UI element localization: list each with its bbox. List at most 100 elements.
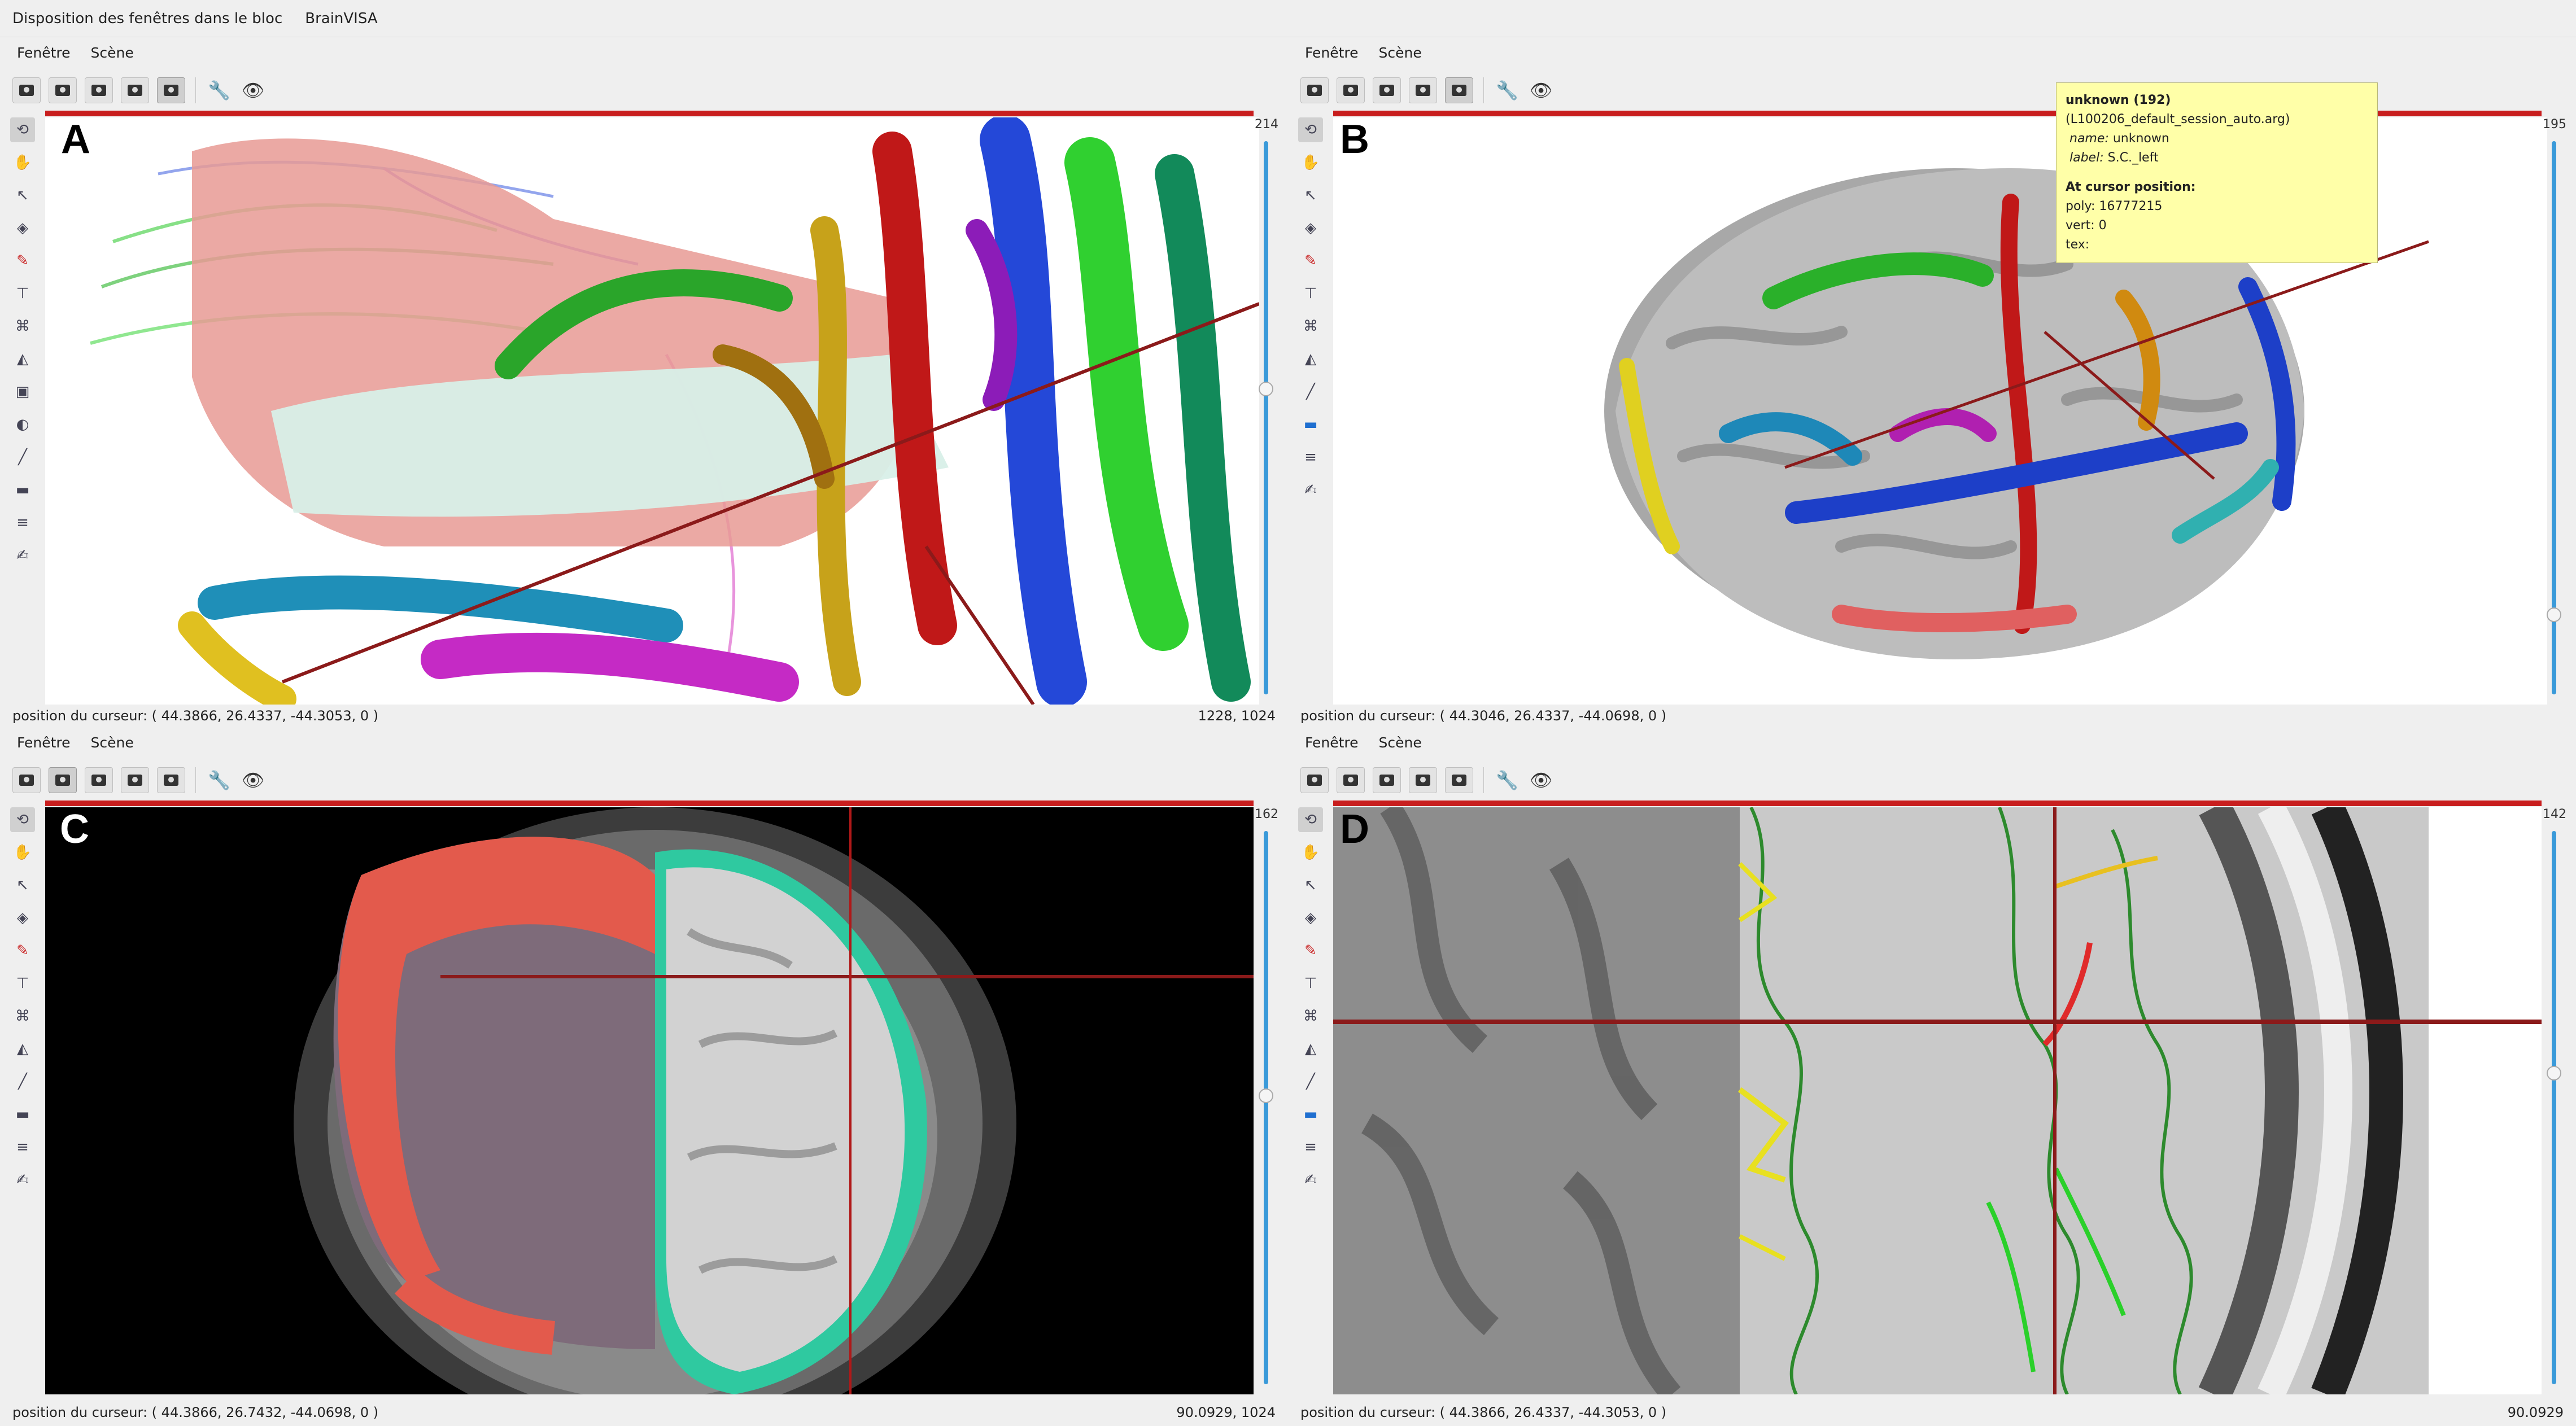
camera-icon[interactable] bbox=[49, 767, 77, 793]
transform-icon[interactable]: ◭ bbox=[10, 1036, 35, 1061]
camera-icon[interactable] bbox=[1373, 767, 1401, 793]
slice-slider-d[interactable]: 142 bbox=[2537, 807, 2572, 1394]
annotate-icon[interactable]: ✍ bbox=[10, 1167, 35, 1192]
slider-track[interactable] bbox=[2552, 831, 2556, 1384]
layers-icon[interactable]: ≡ bbox=[10, 510, 35, 535]
select-icon[interactable]: ↖ bbox=[1298, 873, 1323, 898]
menu-scene[interactable]: Scène bbox=[1379, 734, 1422, 751]
folder-icon[interactable]: ▬ bbox=[10, 1102, 35, 1127]
roi-icon[interactable]: ⌘ bbox=[10, 314, 35, 339]
camera-icon[interactable] bbox=[1337, 767, 1365, 793]
ruler-icon[interactable]: ⊤ bbox=[1298, 971, 1323, 996]
wrench-icon[interactable]: 🔧 bbox=[1494, 77, 1520, 103]
transform-icon[interactable]: ◭ bbox=[1298, 1036, 1323, 1061]
menu-fenetre[interactable]: Fenêtre bbox=[17, 734, 71, 751]
menu-fenetre[interactable]: Fenêtre bbox=[17, 45, 71, 61]
slider-handle[interactable] bbox=[2547, 1066, 2561, 1081]
pan-icon[interactable]: ✋ bbox=[10, 150, 35, 175]
3d-view-a[interactable] bbox=[45, 117, 1259, 705]
layers-icon[interactable]: ≡ bbox=[1298, 1135, 1323, 1160]
rotate-icon[interactable]: ⟲ bbox=[1298, 807, 1323, 832]
camera-icon[interactable] bbox=[49, 77, 77, 103]
roi-icon[interactable]: ⌘ bbox=[1298, 1004, 1323, 1029]
slider-track[interactable] bbox=[1264, 141, 1268, 694]
line-icon[interactable]: ╱ bbox=[1298, 1069, 1323, 1094]
eye-icon[interactable]: 👁 bbox=[1528, 767, 1554, 793]
line-icon[interactable]: ╱ bbox=[1298, 379, 1323, 404]
pan-icon[interactable]: ✋ bbox=[1298, 150, 1323, 175]
camera-icon[interactable] bbox=[157, 77, 185, 103]
slice-slider-a[interactable]: 214 bbox=[1249, 117, 1284, 705]
erase-icon[interactable]: ◐ bbox=[10, 412, 35, 437]
camera-icon[interactable] bbox=[1300, 77, 1329, 103]
paint-icon[interactable]: ✎ bbox=[1298, 938, 1323, 963]
camera-icon[interactable] bbox=[1373, 77, 1401, 103]
transform-icon[interactable]: ◭ bbox=[1298, 347, 1323, 371]
navigate-icon[interactable]: ◈ bbox=[10, 906, 35, 930]
eye-icon[interactable]: 👁 bbox=[240, 767, 266, 793]
slider-track[interactable] bbox=[1264, 831, 1268, 1384]
line-icon[interactable]: ╱ bbox=[10, 445, 35, 470]
line-icon[interactable]: ╱ bbox=[10, 1069, 35, 1094]
wrench-icon[interactable]: 🔧 bbox=[206, 77, 232, 103]
annotate-icon[interactable]: ✍ bbox=[1298, 1167, 1323, 1192]
menu-scene[interactable]: Scène bbox=[1379, 45, 1422, 61]
layers-icon[interactable]: ≡ bbox=[10, 1135, 35, 1160]
roi-icon[interactable]: ⌘ bbox=[10, 1004, 35, 1029]
navigate-icon[interactable]: ◈ bbox=[1298, 216, 1323, 240]
camera-icon[interactable] bbox=[1300, 767, 1329, 793]
camera-icon[interactable] bbox=[1445, 767, 1473, 793]
camera-icon[interactable] bbox=[1445, 77, 1473, 103]
ruler-icon[interactable]: ⊤ bbox=[1298, 281, 1323, 306]
zoomed-slice-view-d[interactable] bbox=[1333, 807, 2542, 1394]
camera-icon[interactable] bbox=[12, 77, 41, 103]
pan-icon[interactable]: ✋ bbox=[1298, 840, 1323, 865]
menu-scene[interactable]: Scène bbox=[91, 45, 134, 61]
navigate-icon[interactable]: ◈ bbox=[10, 216, 35, 240]
folder-icon[interactable]: ▬ bbox=[10, 478, 35, 502]
folder-icon[interactable]: ▬ bbox=[1298, 412, 1323, 437]
camera-icon[interactable] bbox=[12, 767, 41, 793]
camera-icon[interactable] bbox=[85, 767, 113, 793]
camera-icon[interactable] bbox=[1337, 77, 1365, 103]
slider-handle[interactable] bbox=[2547, 607, 2561, 622]
coronal-view-c[interactable] bbox=[45, 807, 1254, 1394]
camera-icon[interactable] bbox=[157, 767, 185, 793]
select-icon[interactable]: ↖ bbox=[10, 873, 35, 898]
roi-icon[interactable]: ⌘ bbox=[1298, 314, 1323, 339]
slice-slider-b[interactable]: 195 bbox=[2537, 117, 2572, 705]
select-icon[interactable]: ↖ bbox=[1298, 183, 1323, 208]
paint-icon[interactable]: ✎ bbox=[1298, 248, 1323, 273]
folder-icon[interactable]: ▬ bbox=[1298, 1102, 1323, 1127]
annotate-icon[interactable]: ✍ bbox=[10, 543, 35, 568]
camera-icon[interactable] bbox=[121, 77, 149, 103]
select-icon[interactable]: ↖ bbox=[10, 183, 35, 208]
camera-icon[interactable] bbox=[121, 767, 149, 793]
wrench-icon[interactable]: 🔧 bbox=[206, 767, 232, 793]
eye-icon[interactable]: 👁 bbox=[240, 77, 266, 103]
transform-icon[interactable]: ◭ bbox=[10, 347, 35, 371]
pan-icon[interactable]: ✋ bbox=[10, 840, 35, 865]
paint-icon[interactable]: ✎ bbox=[10, 938, 35, 963]
slider-handle[interactable] bbox=[1259, 1088, 1273, 1103]
eye-icon[interactable]: 👁 bbox=[1528, 77, 1554, 103]
paint-icon[interactable]: ✎ bbox=[10, 248, 35, 273]
annotate-icon[interactable]: ✍ bbox=[1298, 478, 1323, 502]
menu-scene[interactable]: Scène bbox=[91, 734, 134, 751]
slice-slider-c[interactable]: 162 bbox=[1249, 807, 1284, 1394]
menu-fenetre[interactable]: Fenêtre bbox=[1305, 45, 1359, 61]
layers-icon[interactable]: ≡ bbox=[1298, 445, 1323, 470]
camera-icon[interactable] bbox=[1409, 77, 1437, 103]
navigate-icon[interactable]: ◈ bbox=[1298, 906, 1323, 930]
bucket-icon[interactable]: ▣ bbox=[10, 379, 35, 404]
camera-icon[interactable] bbox=[85, 77, 113, 103]
camera-icon[interactable] bbox=[1409, 767, 1437, 793]
wrench-icon[interactable]: 🔧 bbox=[1494, 767, 1520, 793]
rotate-icon[interactable]: ⟲ bbox=[10, 807, 35, 832]
menu-fenetre[interactable]: Fenêtre bbox=[1305, 734, 1359, 751]
ruler-icon[interactable]: ⊤ bbox=[10, 281, 35, 306]
rotate-icon[interactable]: ⟲ bbox=[1298, 117, 1323, 142]
slider-handle[interactable] bbox=[1259, 382, 1273, 396]
ruler-icon[interactable]: ⊤ bbox=[10, 971, 35, 996]
rotate-icon[interactable]: ⟲ bbox=[10, 117, 35, 142]
